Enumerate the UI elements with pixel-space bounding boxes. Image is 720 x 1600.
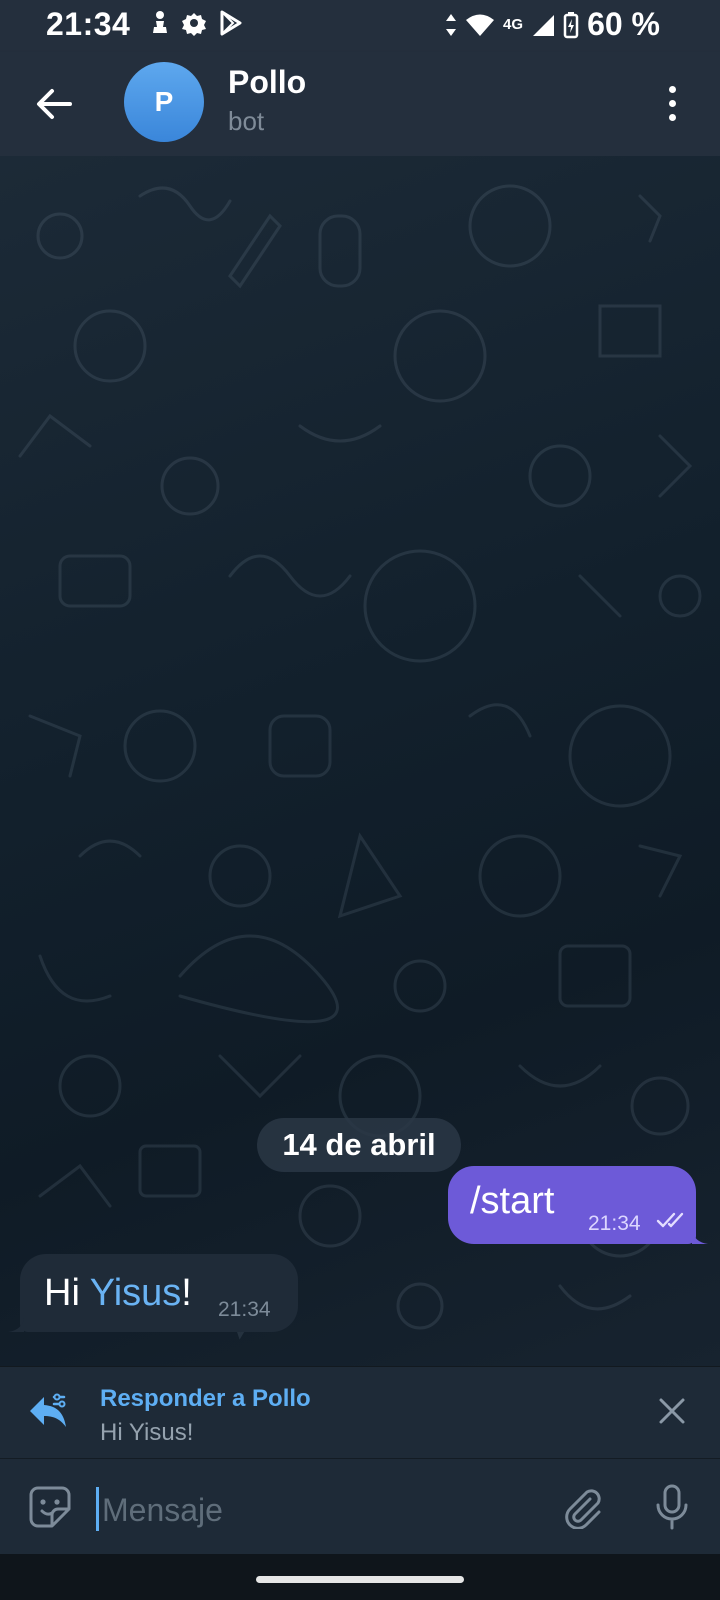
system-navigation-bar: [0, 1554, 720, 1600]
back-button[interactable]: [28, 80, 80, 128]
status-time: 21:34: [46, 6, 131, 42]
signal-icon: [533, 14, 555, 36]
user-mention[interactable]: Yisus: [90, 1272, 182, 1314]
message-text-suffix: !: [181, 1272, 192, 1314]
sticker-icon[interactable]: [28, 1485, 72, 1529]
chat-header: P Pollo bot: [0, 52, 720, 156]
message-time: 21:34: [588, 1212, 641, 1235]
battery-level: 60 %: [587, 6, 660, 42]
outgoing-message[interactable]: /start 21:34: [448, 1166, 708, 1244]
reply-title: Responder a Pollo: [100, 1385, 311, 1412]
close-icon[interactable]: [658, 1397, 686, 1425]
chat-subtitle: bot: [228, 106, 265, 136]
chat-title[interactable]: Pollo: [228, 64, 306, 101]
network-type: 4G: [503, 16, 524, 33]
bubble-tail: [692, 1230, 708, 1244]
notification-icons: [150, 10, 244, 36]
reply-icon: [30, 1393, 66, 1427]
more-options-button[interactable]: [662, 78, 682, 128]
microphone-icon[interactable]: [654, 1483, 690, 1531]
chess-pawn-icon: [153, 11, 167, 33]
reply-panel[interactable]: Responder a Pollo Hi Yisus!: [0, 1366, 720, 1459]
bubble-tail: [8, 1318, 24, 1332]
paperclip-icon[interactable]: [560, 1485, 604, 1529]
data-arrows-icon: [446, 13, 457, 36]
status-bar: 21:34 4G 60 %: [0, 0, 720, 52]
dot-icon: [668, 113, 676, 121]
message-text-prefix: Hi: [44, 1272, 90, 1314]
incoming-message[interactable]: Hi Yisus! 21:34: [8, 1254, 298, 1332]
play-store-icon: [220, 10, 242, 36]
chat-area[interactable]: 14 de abril /start 21:34 Hi Yisus! 21:34: [0, 156, 720, 1366]
arrow-left-icon: [37, 89, 72, 119]
dot-icon: [668, 99, 676, 107]
dot-icon: [668, 85, 676, 93]
status-right: 4G 60 %: [445, 6, 660, 43]
wifi-icon: [466, 14, 495, 36]
message-input[interactable]: [100, 1485, 524, 1535]
message-composer: [0, 1458, 720, 1555]
date-separator: 14 de abril: [257, 1118, 461, 1172]
avatar[interactable]: P: [124, 62, 204, 142]
settings-gear-icon: [182, 13, 206, 36]
message-time: 21:34: [218, 1298, 271, 1321]
battery-icon: [563, 11, 579, 38]
double-check-icon: [656, 1212, 684, 1228]
text-cursor: [96, 1487, 99, 1531]
message-text: Hi Yisus!: [44, 1272, 192, 1315]
home-gesture-handle[interactable]: [256, 1576, 464, 1583]
reply-preview-text: Hi Yisus!: [100, 1419, 194, 1446]
message-text: /start: [470, 1180, 555, 1222]
